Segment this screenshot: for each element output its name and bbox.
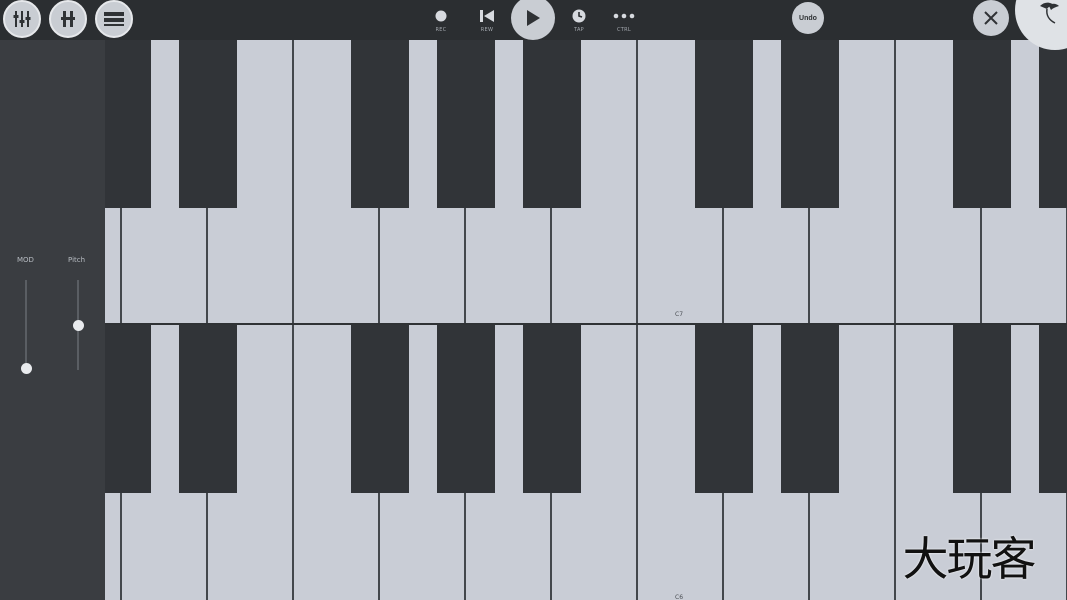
black-key-d-sharp[interactable]: [179, 325, 237, 493]
rewind-label: REW: [480, 27, 494, 33]
mixer-icon: [13, 11, 31, 27]
black-key-c-sharp[interactable]: [105, 40, 151, 208]
black-key-g-sharp[interactable]: [1039, 40, 1067, 208]
mod-slider-track[interactable]: [25, 280, 27, 372]
mixer-button[interactable]: [3, 0, 41, 38]
black-key-d-sharp[interactable]: [781, 40, 839, 208]
black-key-d-sharp[interactable]: [781, 325, 839, 493]
tap-tempo-button[interactable]: TAP: [564, 6, 594, 38]
watermark: 大玩客: [902, 532, 1037, 586]
black-key-g-sharp[interactable]: [437, 325, 495, 493]
black-key-g-sharp[interactable]: [437, 40, 495, 208]
black-key-a-sharp[interactable]: [523, 40, 581, 208]
pitch-slider-knob[interactable]: [73, 320, 84, 331]
play-button[interactable]: [511, 0, 555, 40]
close-button[interactable]: [973, 0, 1009, 36]
fl-fruit-logo-icon: [1040, 2, 1059, 24]
more-icon: [613, 13, 635, 19]
mod-slider-knob[interactable]: [21, 363, 32, 374]
mod-slider-label: MOD: [17, 256, 34, 264]
playlist-button[interactable]: [95, 0, 133, 38]
octave-label: C7: [675, 311, 684, 318]
tap-label: TAP: [573, 27, 584, 33]
record-button[interactable]: REC: [426, 6, 456, 38]
control-label: CTRL: [616, 27, 631, 33]
piano-keyboard-upper[interactable]: C7: [105, 40, 1067, 323]
black-key-f-sharp[interactable]: [351, 40, 409, 208]
rewind-icon: [480, 10, 494, 22]
control-button[interactable]: CTRL: [609, 6, 639, 38]
black-key-a-sharp[interactable]: [523, 325, 581, 493]
undo-button[interactable]: Undo: [792, 2, 824, 34]
rewind-button[interactable]: REW: [472, 6, 502, 38]
black-key-f-sharp[interactable]: [953, 40, 1011, 208]
playlist-icon: [104, 12, 124, 26]
record-icon: [435, 10, 447, 22]
pitch-slider-label: Pitch: [68, 256, 86, 264]
black-key-c-sharp[interactable]: [695, 40, 753, 208]
record-label: REC: [435, 27, 447, 33]
channel-icon: [61, 11, 75, 27]
black-key-c-sharp[interactable]: [105, 325, 151, 493]
top-toolbar: REC REW TAP CTRL Undo: [0, 0, 1067, 50]
controller-panel: MOD Pitch: [0, 40, 105, 600]
tap-icon: [572, 9, 586, 23]
octave-label: C6: [675, 594, 684, 600]
play-icon: [527, 10, 540, 26]
app-window: REC REW TAP CTRL Undo MOD Pitch C7 C6 大玩…: [0, 0, 1067, 600]
black-key-g-sharp[interactable]: [1039, 325, 1067, 493]
black-key-f-sharp[interactable]: [953, 325, 1011, 493]
close-icon: [984, 11, 998, 25]
black-key-f-sharp[interactable]: [351, 325, 409, 493]
channel-rack-button[interactable]: [49, 0, 87, 38]
black-key-d-sharp[interactable]: [179, 40, 237, 208]
black-key-c-sharp[interactable]: [695, 325, 753, 493]
